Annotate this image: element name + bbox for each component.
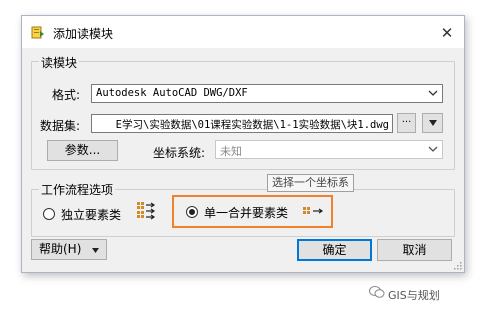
- coord-system-select[interactable]: 未知: [215, 140, 443, 159]
- individual-feature-class-radio[interactable]: [43, 208, 55, 220]
- coord-system-tooltip: 选择一个坐标系: [267, 174, 354, 192]
- help-menu-button[interactable]: 帮助(H): [31, 239, 107, 260]
- reader-group-title: 读模块: [39, 54, 80, 71]
- coord-system-label: 坐标系统:: [153, 146, 206, 160]
- resize-grip-icon[interactable]: [452, 260, 462, 270]
- triangle-down-icon: [92, 248, 99, 253]
- multiple-feature-classes-icon: [137, 202, 156, 220]
- chevron-down-icon: [428, 146, 438, 152]
- coord-system-value: 未知: [220, 145, 242, 158]
- wechat-icon: [369, 286, 385, 298]
- dialog-title: 添加读模块: [53, 27, 114, 41]
- add-reader-app-icon: [31, 26, 44, 39]
- dataset-input[interactable]: E学习\实验数据\01课程实验数据\1-1实验数据\块1.dwg: [91, 114, 393, 133]
- chevron-down-icon: [428, 90, 438, 96]
- format-label: 格式:: [52, 88, 81, 102]
- format-value: Autodesk AutoCAD DWG/DXF: [96, 87, 248, 99]
- dataset-options-button[interactable]: [422, 113, 443, 133]
- merged-feature-class-icon: [303, 207, 324, 214]
- dataset-label: 数据集:: [40, 119, 81, 133]
- format-select[interactable]: Autodesk AutoCAD DWG/DXF: [91, 84, 443, 103]
- browse-button[interactable]: ···: [397, 113, 416, 133]
- watermark-text: GIS与规划: [388, 289, 440, 302]
- workflow-group-title: 工作流程选项: [39, 181, 116, 198]
- ok-button[interactable]: 确定: [297, 239, 372, 261]
- single-merged-feature-class-label[interactable]: 单一合并要素类: [204, 204, 288, 221]
- triangle-down-icon: [428, 120, 437, 126]
- help-button-label: 帮助(H): [39, 242, 82, 256]
- parameters-button[interactable]: 参数...: [47, 140, 118, 161]
- add-reader-dialog: 添加读模块 ✕ 读模块 格式: Autodesk AutoCAD DWG/DXF…: [21, 15, 465, 273]
- close-icon[interactable]: ✕: [436, 22, 458, 44]
- dataset-value: E学习\实验数据\01课程实验数据\1-1实验数据\块1.dwg: [115, 119, 389, 131]
- single-merged-feature-class-radio[interactable]: [186, 206, 198, 218]
- title-bar: 添加读模块 ✕: [22, 16, 464, 48]
- individual-feature-class-label[interactable]: 独立要素类: [61, 206, 121, 223]
- cancel-button[interactable]: 取消: [377, 239, 452, 261]
